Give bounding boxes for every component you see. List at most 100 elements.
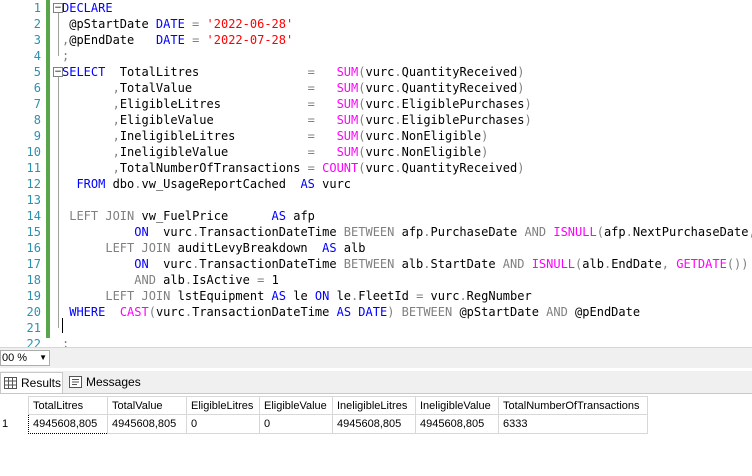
line-number: 16 — [26, 241, 41, 255]
code-token: . — [625, 225, 633, 239]
code-token: IneligibleValue — [119, 145, 308, 159]
code-token: TotalNumberOfTransactions — [119, 161, 308, 175]
cell-eligible-litres[interactable]: 0 — [186, 414, 260, 434]
code-line[interactable]: DECLARE — [50, 0, 752, 16]
code-token: , — [112, 113, 120, 127]
code-line[interactable]: AND alb.IsActive = 1 — [50, 272, 752, 288]
column-header[interactable]: EligibleValue — [259, 396, 333, 415]
line-number: 9 — [33, 129, 41, 143]
code-line[interactable]: ,IneligibleLitres = SUM(vurc.NonEligible… — [50, 128, 752, 144]
collapse-toggle-icon[interactable]: − — [53, 3, 63, 13]
code-token: TransactionDateTime — [192, 305, 337, 319]
line-number: 22 — [26, 337, 41, 347]
code-token: DATE — [155, 17, 185, 31]
code-token: SUM — [336, 113, 359, 127]
chevron-down-icon: ▼ — [39, 353, 47, 362]
code-token: auditLevyBreakdown — [170, 241, 323, 255]
code-token: vurc — [423, 289, 460, 303]
code-area[interactable]: DECLARE @pStartDate DATE = '2022-06-28',… — [50, 0, 752, 347]
code-line[interactable]: LEFT JOIN lstEquipment AS le ON le. Fleet… — [50, 288, 752, 304]
code-token: SUM — [336, 65, 359, 79]
code-token: TransactionDateTime — [199, 225, 344, 239]
column-header[interactable]: TotalValue — [107, 396, 187, 415]
query-editor[interactable]: 1 2 3 4 5 6 7 8 9 10 11 12 13 14 15 16 17 18 19 20 21 22 DECL… — [0, 0, 752, 347]
cell-ineligible-litres[interactable]: 4945608,805 — [332, 414, 416, 434]
code-line[interactable]: @pStartDate DATE = '2022-06-28' — [50, 16, 752, 32]
code-token: SUM — [336, 81, 359, 95]
code-token: afp — [286, 209, 315, 223]
code-token: . — [394, 129, 402, 143]
code-token: TransactionDateTime — [199, 257, 344, 271]
code-token: = — [184, 33, 207, 47]
code-token: , — [748, 225, 752, 239]
code-line[interactable]: ,@pEndDate DATE = '2022-07-28' — [50, 32, 752, 48]
cell-eligible-value[interactable]: 0 — [259, 414, 333, 434]
code-token: ) — [481, 145, 489, 159]
code-token: ( — [358, 81, 366, 95]
code-line[interactable]: ON vurc. TransactionDateTime BETWEEN afp.… — [50, 224, 752, 240]
code-line[interactable]: ,EligibleLitres = SUM(vurc.EligiblePurch… — [50, 96, 752, 112]
code-line[interactable]: LEFT JOIN auditLevyBreakdown AS alb — [50, 240, 752, 256]
column-header[interactable]: EligibleLitres — [186, 396, 260, 415]
table-row[interactable]: 1 4945608,805 4945608,805 0 0 4945608,80… — [0, 414, 648, 434]
code-line[interactable]: ,TotalValue = SUM(vurc.QuantityReceived) — [50, 80, 752, 96]
column-header[interactable]: TotalLitres — [28, 396, 108, 415]
code-text: WHERE CAST(vurc.TransactionDateTime AS D… — [62, 304, 640, 320]
column-header[interactable]: IneligibleLitres — [332, 396, 416, 415]
row-number[interactable]: 1 — [0, 415, 29, 434]
code-line[interactable]: ,EligibleValue = SUM(vurc.EligiblePurcha… — [50, 112, 752, 128]
code-line[interactable] — [50, 320, 752, 336]
code-token: FleetId — [358, 289, 417, 303]
results-grid[interactable]: TotalLitres TotalValue EligibleLitres El… — [0, 394, 752, 476]
grid-icon — [4, 377, 17, 389]
code-token: ()) — [726, 257, 749, 271]
code-line[interactable]: ; — [50, 336, 752, 347]
cell-total-litres[interactable]: 4945608,805 — [28, 414, 108, 434]
tab-results[interactable]: Results — [0, 372, 63, 393]
code-line[interactable] — [50, 192, 752, 208]
code-line[interactable]: ON vurc.TransactionDateTime BETWEEN alb.… — [50, 256, 752, 272]
code-token: ) — [517, 81, 525, 95]
code-token: LEFT JOIN — [105, 241, 171, 255]
collapse-toggle-icon[interactable]: − — [53, 67, 63, 77]
line-number: 20 — [26, 305, 41, 319]
code-text: SELECT TotalLitres = SUM(vurc.QuantityRe… — [62, 64, 524, 80]
line-number: 5 — [33, 65, 41, 79]
code-line[interactable]: LEFT JOIN vw_FuelPrice AS afp — [50, 208, 752, 224]
text-caret — [62, 318, 63, 333]
code-token: NonEligible — [401, 145, 482, 159]
code-token: = — [307, 81, 315, 95]
line-number: 3 — [33, 33, 41, 47]
tab-messages[interactable]: Messages — [66, 372, 142, 393]
code-token: . — [394, 97, 402, 111]
code-token: = — [307, 161, 315, 175]
code-line[interactable]: FROM dbo.vw_UsageReportCached AS vurc — [50, 176, 752, 192]
code-token: . — [184, 273, 193, 287]
cell-total-value[interactable]: 4945608,805 — [107, 414, 187, 434]
code-token: WHERE — [69, 305, 106, 319]
code-token: DECLARE — [62, 1, 113, 15]
code-text: LEFT JOIN lstEquipment AS le ON le. Fleet… — [62, 288, 531, 304]
line-number: 17 — [26, 257, 41, 271]
code-token: vw_FuelPrice — [134, 209, 272, 223]
code-token: 1 — [264, 273, 279, 287]
code-line[interactable]: ; — [50, 48, 752, 64]
code-line[interactable]: WHERE CAST(vurc.TransactionDateTime AS D… — [50, 304, 752, 320]
code-token: ) — [517, 65, 525, 79]
code-token: vurc — [365, 161, 395, 175]
column-header[interactable]: IneligibleValue — [415, 396, 499, 415]
cell-total-transactions[interactable]: 6333 — [498, 414, 648, 434]
results-tab-strip: Results Messages — [0, 371, 752, 394]
code-text: ; — [62, 336, 69, 347]
zoom-dropdown[interactable]: 00 % ▼ — [0, 350, 50, 366]
code-text: LEFT JOIN auditLevyBreakdown AS alb — [62, 240, 365, 256]
column-header[interactable]: TotalNumberOfTransactions — [498, 396, 648, 415]
code-line[interactable]: ,IneligibleValue = SUM(vurc.NonEligible) — [50, 144, 752, 160]
row-number-header — [0, 396, 29, 415]
code-line[interactable]: ,TotalNumberOfTransactions = COUNT(vurc.… — [50, 160, 752, 176]
line-number: 10 — [26, 145, 41, 159]
code-line[interactable]: SELECT TotalLitres = SUM(vurc.QuantityRe… — [50, 64, 752, 80]
cell-ineligible-value[interactable]: 4945608,805 — [415, 414, 499, 434]
